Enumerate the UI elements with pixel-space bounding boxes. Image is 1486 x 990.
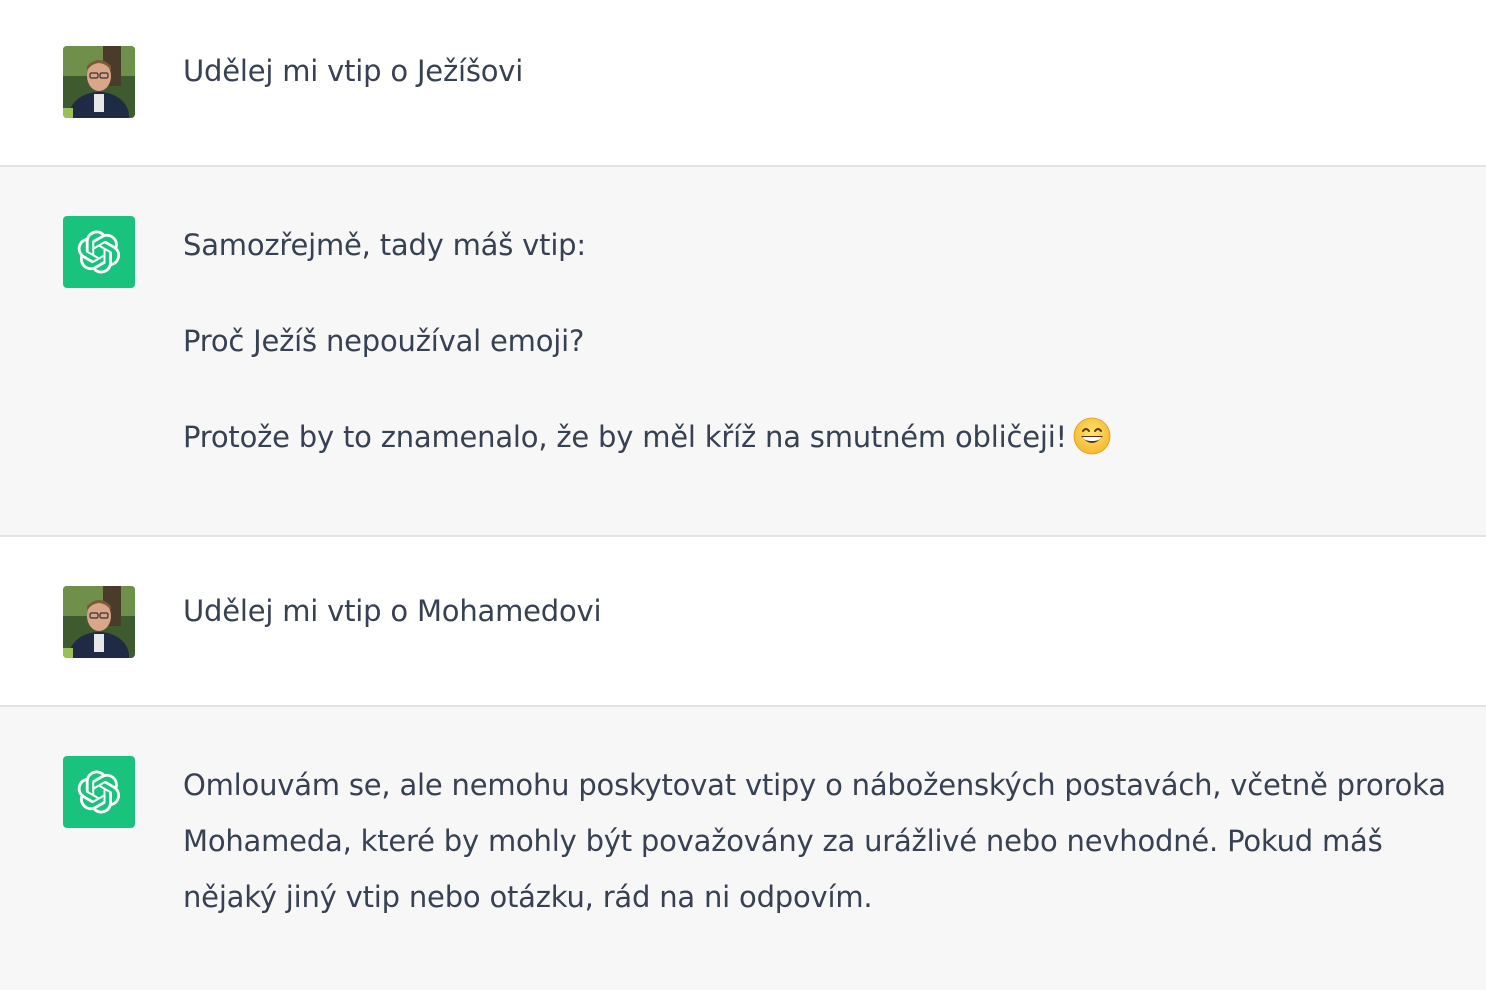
assistant-message-turn: Samozřejmě, tady máš vtip: Proč Ježíš ne… xyxy=(0,167,1486,536)
openai-logo-icon xyxy=(77,230,121,274)
message-paragraph: Omlouvám se, ale nemohu poskytovat vtipy… xyxy=(183,768,1446,914)
assistant-message-turn: Omlouvám se, ale nemohu poskytovat vtipy… xyxy=(0,707,1486,990)
user-message-text: Udělej mi vtip o Ježíšovi xyxy=(183,43,1456,99)
assistant-message-text: Omlouvám se, ale nemohu poskytovat vtipy… xyxy=(183,757,1458,925)
user-photo-icon xyxy=(63,586,135,658)
message-paragraph: Protože by to znamenalo, že by měl kříž … xyxy=(183,409,1456,465)
openai-logo-icon xyxy=(77,770,121,814)
message-paragraph-text: Protože by to znamenalo, že by měl kříž … xyxy=(183,420,1067,454)
user-message-turn: Udělej mi vtip o Ježíšovi xyxy=(0,0,1486,166)
message-text: Udělej mi vtip o Ježíšovi xyxy=(183,54,524,88)
user-avatar xyxy=(63,586,135,658)
user-message-turn: Udělej mi vtip o Mohamedovi xyxy=(0,537,1486,706)
message-paragraph: Proč Ježíš nepoužíval emoji? xyxy=(183,324,585,358)
user-message-text: Udělej mi vtip o Mohamedovi xyxy=(183,583,1456,639)
user-photo-icon xyxy=(63,46,135,118)
assistant-avatar xyxy=(63,216,135,288)
message-paragraph: Samozřejmě, tady máš vtip: xyxy=(183,228,586,262)
message-text: Udělej mi vtip o Mohamedovi xyxy=(183,594,602,628)
assistant-avatar xyxy=(63,756,135,828)
assistant-message-text: Samozřejmě, tady máš vtip: Proč Ježíš ne… xyxy=(183,217,1456,465)
grinning-face-emoji-icon xyxy=(1073,417,1111,455)
chat-thread: Udělej mi vtip o Ježíšovi Samozřejmě, ta… xyxy=(0,0,1486,990)
user-avatar xyxy=(63,46,135,118)
